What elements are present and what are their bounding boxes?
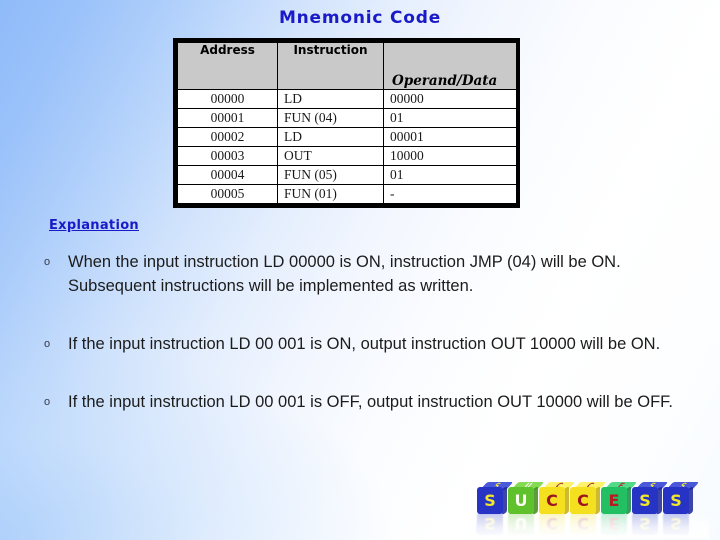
table-header-row: Address Instruction Operand/Data	[177, 42, 517, 90]
letter-cube: CC	[539, 482, 576, 516]
letter-cube: CC	[570, 482, 607, 516]
list-item-text: If the input instruction LD 00 001 is ON…	[68, 335, 661, 353]
explanation-bullet-list: o When the input instruction LD 00000 is …	[42, 250, 682, 448]
letter-cube: CC	[570, 513, 600, 537]
table-row: 00002 LD 00001	[177, 127, 517, 147]
letter-cube: UU	[508, 513, 538, 537]
cell-address: 00002	[177, 127, 278, 147]
bullet-circle-icon: o	[44, 396, 51, 408]
letter-cube: SS	[663, 482, 700, 516]
cell-instruction: LD	[277, 89, 384, 109]
cell-instruction: OUT	[277, 146, 384, 166]
cell-operand-data: 10000	[383, 146, 517, 166]
cube-front-face: S	[663, 513, 689, 535]
table-row: 00004 FUN (05) 01	[177, 165, 517, 185]
cube-front-face: C	[539, 487, 565, 514]
cube-front-face: E	[601, 487, 627, 514]
bullet-circle-icon: o	[44, 338, 51, 350]
cube-front-face: U	[508, 487, 534, 514]
column-header-address: Address	[177, 42, 278, 90]
list-item-text: When the input instruction LD 00000 is O…	[68, 253, 621, 295]
success-cube-row: SSUUCCCCEESSSS	[477, 470, 700, 516]
cell-address: 00003	[177, 146, 278, 166]
success-cubes-image: SSUUCCCCEESSSS SSUUCCCCEESSSS	[477, 470, 709, 538]
success-cube-reflection: SSUUCCCCEESSSS	[477, 513, 694, 537]
bullet-circle-icon: o	[44, 256, 51, 268]
cell-address: 00001	[177, 108, 278, 128]
letter-cube: SS	[663, 513, 693, 537]
cube-front-face: C	[570, 513, 596, 535]
table-row: 00005 FUN (01) -	[177, 184, 517, 204]
letter-cube: UU	[508, 482, 545, 516]
cell-instruction: FUN (01)	[277, 184, 384, 204]
letter-cube: SS	[632, 482, 669, 516]
table-row: 00003 OUT 10000	[177, 146, 517, 166]
slide-background: Mnemonic Code Address Instruction Operan…	[0, 0, 720, 540]
column-header-operand-data: Operand/Data	[383, 42, 517, 90]
cube-front-face: C	[570, 487, 596, 514]
letter-cube: SS	[477, 482, 514, 516]
table-row: 00000 LD 00000	[177, 89, 517, 109]
cell-operand-data: 00000	[383, 89, 517, 109]
letter-cube: EE	[601, 513, 631, 537]
cell-instruction: LD	[277, 127, 384, 147]
cube-front-face: S	[477, 487, 503, 514]
cell-operand-data: 01	[383, 165, 517, 185]
cube-front-face: S	[477, 513, 503, 535]
letter-cube: SS	[632, 513, 662, 537]
table-body: 00000 LD 00000 00001 FUN (04) 01 00002 LD 00001 0…	[177, 89, 517, 204]
list-item: o If the input instruction LD 00 001 is O…	[42, 390, 682, 414]
cell-operand-data: 01	[383, 108, 517, 128]
cell-address: 00000	[177, 89, 278, 109]
table-row: 00001 FUN (04) 01	[177, 108, 517, 128]
cell-address: 00004	[177, 165, 278, 185]
column-header-instruction: Instruction	[277, 42, 384, 90]
cell-address: 00005	[177, 184, 278, 204]
list-item: o When the input instruction LD 00000 is …	[42, 250, 682, 298]
cube-front-face: U	[508, 513, 534, 535]
cube-front-face: S	[663, 487, 689, 514]
cell-operand-data: -	[383, 184, 517, 204]
letter-cube: EE	[601, 482, 638, 516]
list-item: o If the input instruction LD 00 001 is O…	[42, 332, 682, 356]
cube-front-face: S	[632, 513, 658, 535]
cube-front-face: S	[632, 487, 658, 514]
cell-instruction: FUN (04)	[277, 108, 384, 128]
cell-operand-data: 00001	[383, 127, 517, 147]
mnemonic-code-table: Address Instruction Operand/Data 00000 LD…	[173, 38, 520, 208]
cube-front-face: C	[539, 513, 565, 535]
letter-cube: SS	[477, 513, 507, 537]
cell-instruction: FUN (05)	[277, 165, 384, 185]
explanation-heading: Explanation	[49, 218, 139, 233]
list-item-text: If the input instruction LD 00 001 is OF…	[68, 393, 673, 411]
page-title: Mnemonic Code	[278, 8, 442, 28]
cube-front-face: E	[601, 513, 627, 535]
letter-cube: CC	[539, 513, 569, 537]
